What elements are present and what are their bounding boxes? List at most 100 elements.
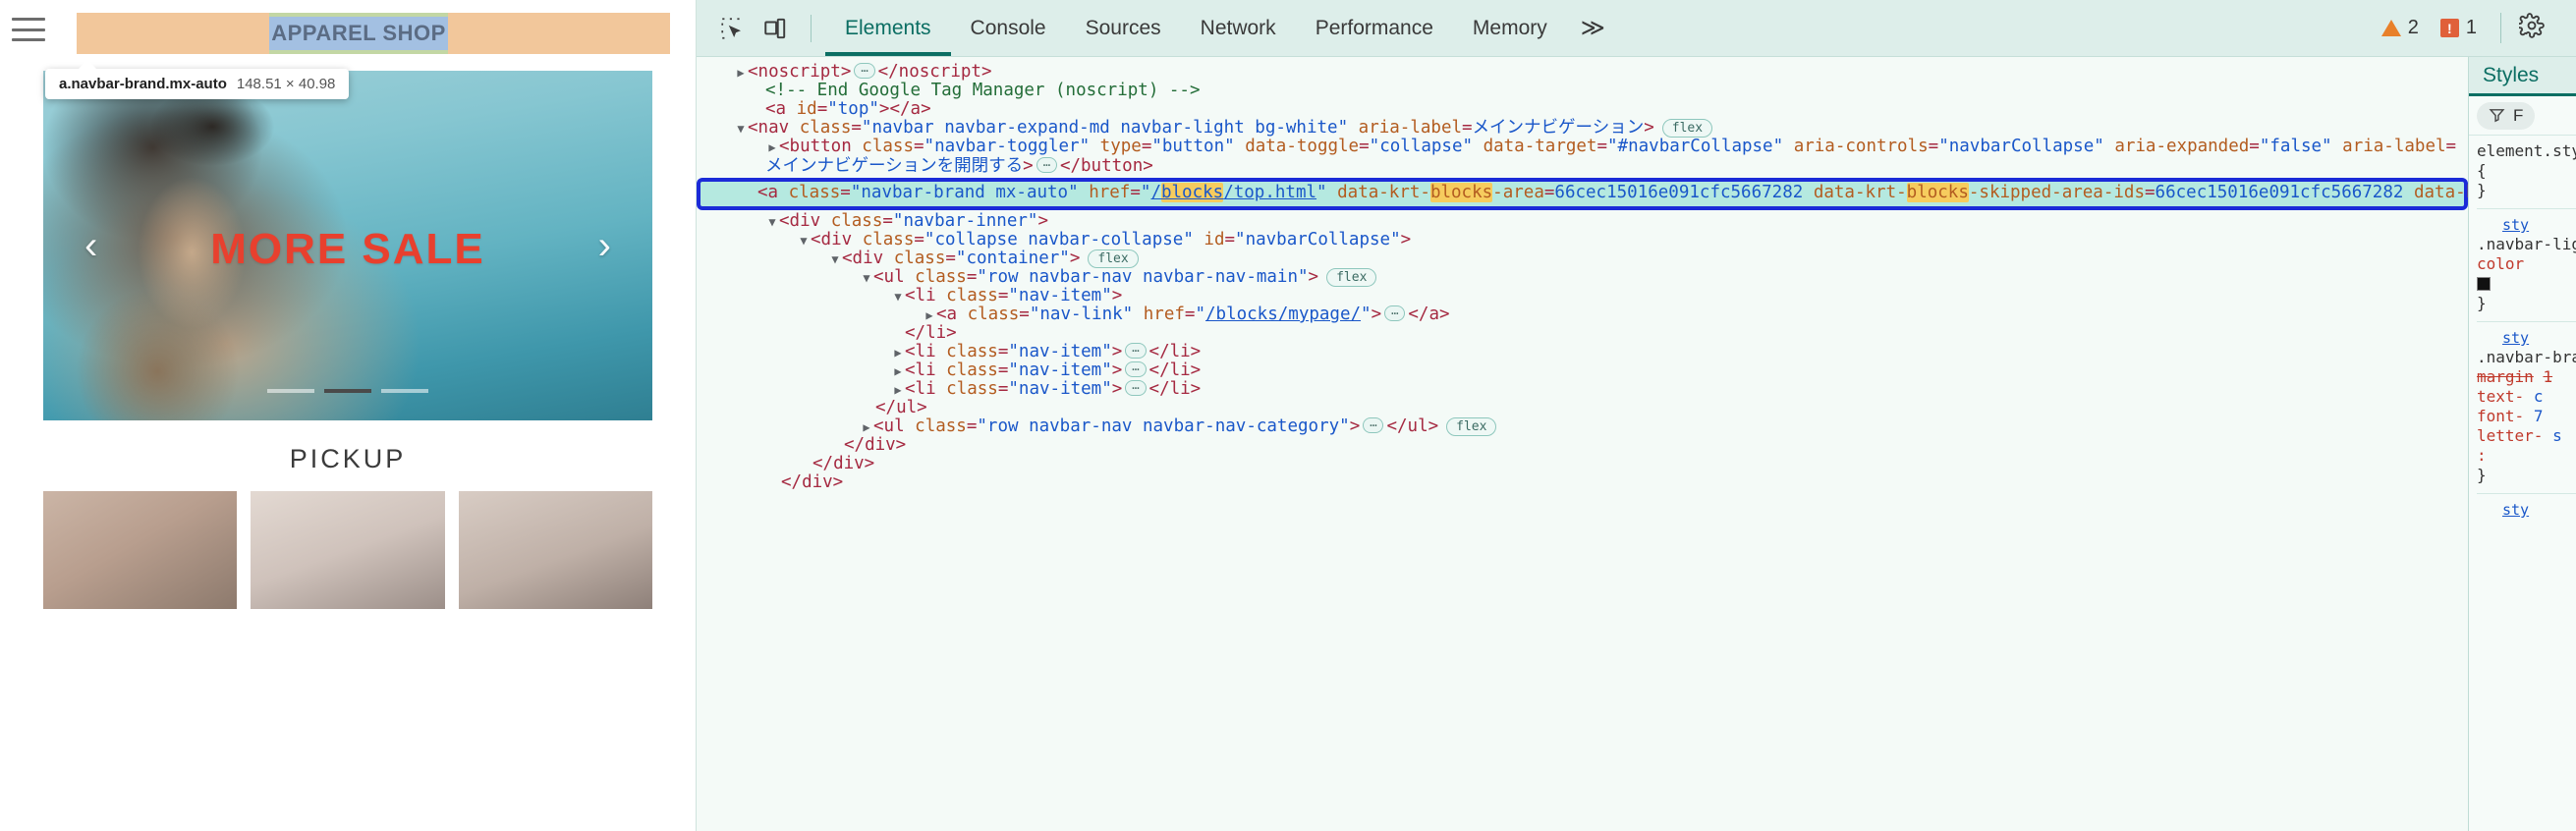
flex-badge[interactable]: flex <box>1446 417 1497 436</box>
selected-dom-node[interactable]: ⋯ <a class="navbar-brand mx-auto" href="… <box>697 178 2468 210</box>
tab-sources[interactable]: Sources <box>1066 0 1181 56</box>
styles-rules: element.style { } sty .navbar-light .nav… <box>2469 136 2576 526</box>
navbar-brand-link[interactable]: APPAREL SHOP <box>269 17 448 50</box>
css-property[interactable]: font- <box>2477 407 2524 425</box>
tab-console[interactable]: Console <box>951 0 1066 56</box>
dom-tag: <noscript> <box>748 62 852 82</box>
collapsed-children-icon[interactable]: ⋯ <box>854 63 875 79</box>
dom-line-li-4[interactable]: <li class="nav-item">⋯</li> <box>697 380 2468 399</box>
expand-arrow-icon[interactable] <box>765 138 779 157</box>
error-icon <box>2439 19 2459 37</box>
pickup-card[interactable] <box>458 491 652 609</box>
dom-line-navbar-inner[interactable]: <div class="navbar-inner"> <box>697 212 2468 231</box>
css-rule-navbar-light[interactable]: sty .navbar-light .navbar- color } <box>2477 215 2576 322</box>
gear-icon <box>2517 13 2545 38</box>
styles-tab-title[interactable]: Styles <box>2469 57 2576 96</box>
css-property[interactable]: : <box>2477 446 2487 465</box>
hamburger-bar <box>12 18 45 21</box>
css-property[interactable]: color <box>2477 254 2524 273</box>
css-property-disabled[interactable]: margin <box>2477 367 2534 386</box>
flex-badge[interactable]: flex <box>1088 249 1139 268</box>
css-property[interactable]: letter- <box>2477 426 2543 445</box>
tab-performance[interactable]: Performance <box>1296 0 1453 56</box>
dom-line-div-close-2[interactable]: </div> <box>697 455 2468 473</box>
dom-line-div-close-1[interactable]: </div> <box>697 436 2468 455</box>
css-rule-element-style[interactable]: element.style { } <box>2477 141 2576 209</box>
css-rule-navbar-brand[interactable]: sty .navbar-brand margin 1 text- c font-… <box>2477 328 2576 494</box>
dom-line-ul-main[interactable]: <ul class="row navbar-nav navbar-nav-mai… <box>697 268 2468 287</box>
error-count-badge[interactable]: 1 <box>2433 17 2485 39</box>
expand-arrow-icon[interactable] <box>734 64 748 83</box>
pickup-card[interactable] <box>43 491 238 609</box>
collapse-arrow-icon[interactable] <box>734 120 748 138</box>
dom-comment: <!-- End Google Tag Manager (noscript) -… <box>765 81 1201 100</box>
flex-badge[interactable]: flex <box>1326 268 1377 287</box>
dom-line-li-close[interactable]: </li> <box>697 324 2468 343</box>
css-source-link[interactable]: sty <box>2477 500 2576 520</box>
filter-icon <box>2489 109 2505 123</box>
attr-value-blocks-area: 66cec15016e091cfc5667282 <box>1554 183 1804 202</box>
dom-tree: <noscript>⋯</noscript> <!-- End Google T… <box>697 63 2468 492</box>
css-source-link[interactable]: sty <box>2477 328 2576 348</box>
carousel-prev-icon[interactable]: ‹ <box>84 226 97 265</box>
collapse-arrow-icon[interactable] <box>828 250 842 269</box>
nav-link-href[interactable]: /blocks/mypage/ <box>1205 305 1361 324</box>
dom-line-nav-link[interactable]: <a class="nav-link" href="/blocks/mypage… <box>697 305 2468 324</box>
collapse-arrow-icon[interactable] <box>891 288 905 306</box>
css-property[interactable]: text- <box>2477 387 2524 406</box>
dom-line-noscript[interactable]: <noscript>⋯</noscript> <box>697 63 2468 82</box>
dom-line-navbar-collapse[interactable]: <div class="collapse navbar-collapse" id… <box>697 231 2468 249</box>
collapse-arrow-icon[interactable] <box>860 269 873 288</box>
collapsed-children-icon[interactable]: ⋯ <box>1363 417 1384 433</box>
carousel-next-icon[interactable]: › <box>598 226 611 265</box>
collapse-arrow-icon[interactable] <box>765 213 779 232</box>
dom-line-container[interactable]: <div class="container">flex <box>697 249 2468 268</box>
dom-line-nav[interactable]: <nav class="navbar navbar-expand-md navb… <box>697 119 2468 138</box>
dom-tree-pane[interactable]: <noscript>⋯</noscript> <!-- End Google T… <box>697 57 2468 831</box>
more-tabs-chevron-icon[interactable]: ≫ <box>1567 0 1619 56</box>
inspect-element-icon[interactable] <box>710 9 754 48</box>
collapsed-children-icon[interactable]: ⋯ <box>1125 343 1147 359</box>
carousel-indicators[interactable] <box>43 389 652 393</box>
hero-carousel[interactable]: MORE SALE ‹ › <box>43 71 652 420</box>
dom-line-comment[interactable]: <!-- End Google Tag Manager (noscript) -… <box>697 82 2468 100</box>
devtools-toolbar-right: 2 1 <box>2374 13 2562 43</box>
warning-count-badge[interactable]: 2 <box>2374 17 2427 39</box>
css-source-link[interactable]: sty <box>2477 215 2576 235</box>
dom-line-ul-category[interactable]: <ul class="row navbar-nav navbar-nav-cat… <box>697 417 2468 436</box>
expand-arrow-icon[interactable] <box>891 362 905 381</box>
flex-badge[interactable]: flex <box>1661 119 1713 138</box>
tab-network[interactable]: Network <box>1181 0 1296 56</box>
carousel-indicator[interactable] <box>381 389 428 393</box>
dom-line-li-2[interactable]: <li class="nav-item">⋯</li> <box>697 343 2468 361</box>
expand-arrow-icon[interactable] <box>891 344 905 362</box>
device-toolbar-icon[interactable] <box>754 9 797 48</box>
collapsed-children-icon[interactable]: ⋯ <box>1036 157 1057 173</box>
selected-href[interactable]: /blocks/top.html <box>1150 183 1316 202</box>
dom-line-a-top[interactable]: <a id="top"></a> <box>697 100 2468 119</box>
css-brace: } <box>2477 181 2487 199</box>
dom-line-li-3[interactable]: <li class="nav-item">⋯</li> <box>697 361 2468 380</box>
dom-attr-value: "top" <box>827 99 879 119</box>
dom-line-li-1[interactable]: <li class="nav-item"> <box>697 287 2468 305</box>
collapsed-children-icon[interactable]: ⋯ <box>1125 361 1147 377</box>
dom-line-ul-close[interactable]: </ul> <box>697 399 2468 417</box>
collapsed-children-icon[interactable]: ⋯ <box>1384 305 1406 321</box>
hamburger-menu-icon[interactable] <box>12 15 45 44</box>
collapse-arrow-icon[interactable] <box>797 232 811 250</box>
carousel-indicator-active[interactable] <box>324 389 371 393</box>
carousel-indicator[interactable] <box>267 389 314 393</box>
pickup-card[interactable] <box>251 491 445 609</box>
settings-button[interactable] <box>2500 13 2556 43</box>
tooltip-selector-classes: .navbar-brand.mx-auto <box>67 76 227 92</box>
color-swatch[interactable] <box>2477 277 2491 291</box>
dom-line-div-close-3[interactable]: </div> <box>697 473 2468 492</box>
tab-memory[interactable]: Memory <box>1453 0 1567 56</box>
css-rule-next[interactable]: sty <box>2477 500 2576 520</box>
devtools-panel: Elements Console Sources Network Perform… <box>696 0 2576 831</box>
collapsed-children-icon[interactable]: ⋯ <box>1125 380 1147 396</box>
tab-elements[interactable]: Elements <box>825 0 951 56</box>
dom-line-button-toggler[interactable]: <button class="navbar-toggler" type="but… <box>697 138 2468 176</box>
inspected-page: APPAREL SHOP a.navbar-brand.mx-auto 148.5… <box>0 0 696 831</box>
styles-filter-input[interactable]: F <box>2477 101 2536 130</box>
